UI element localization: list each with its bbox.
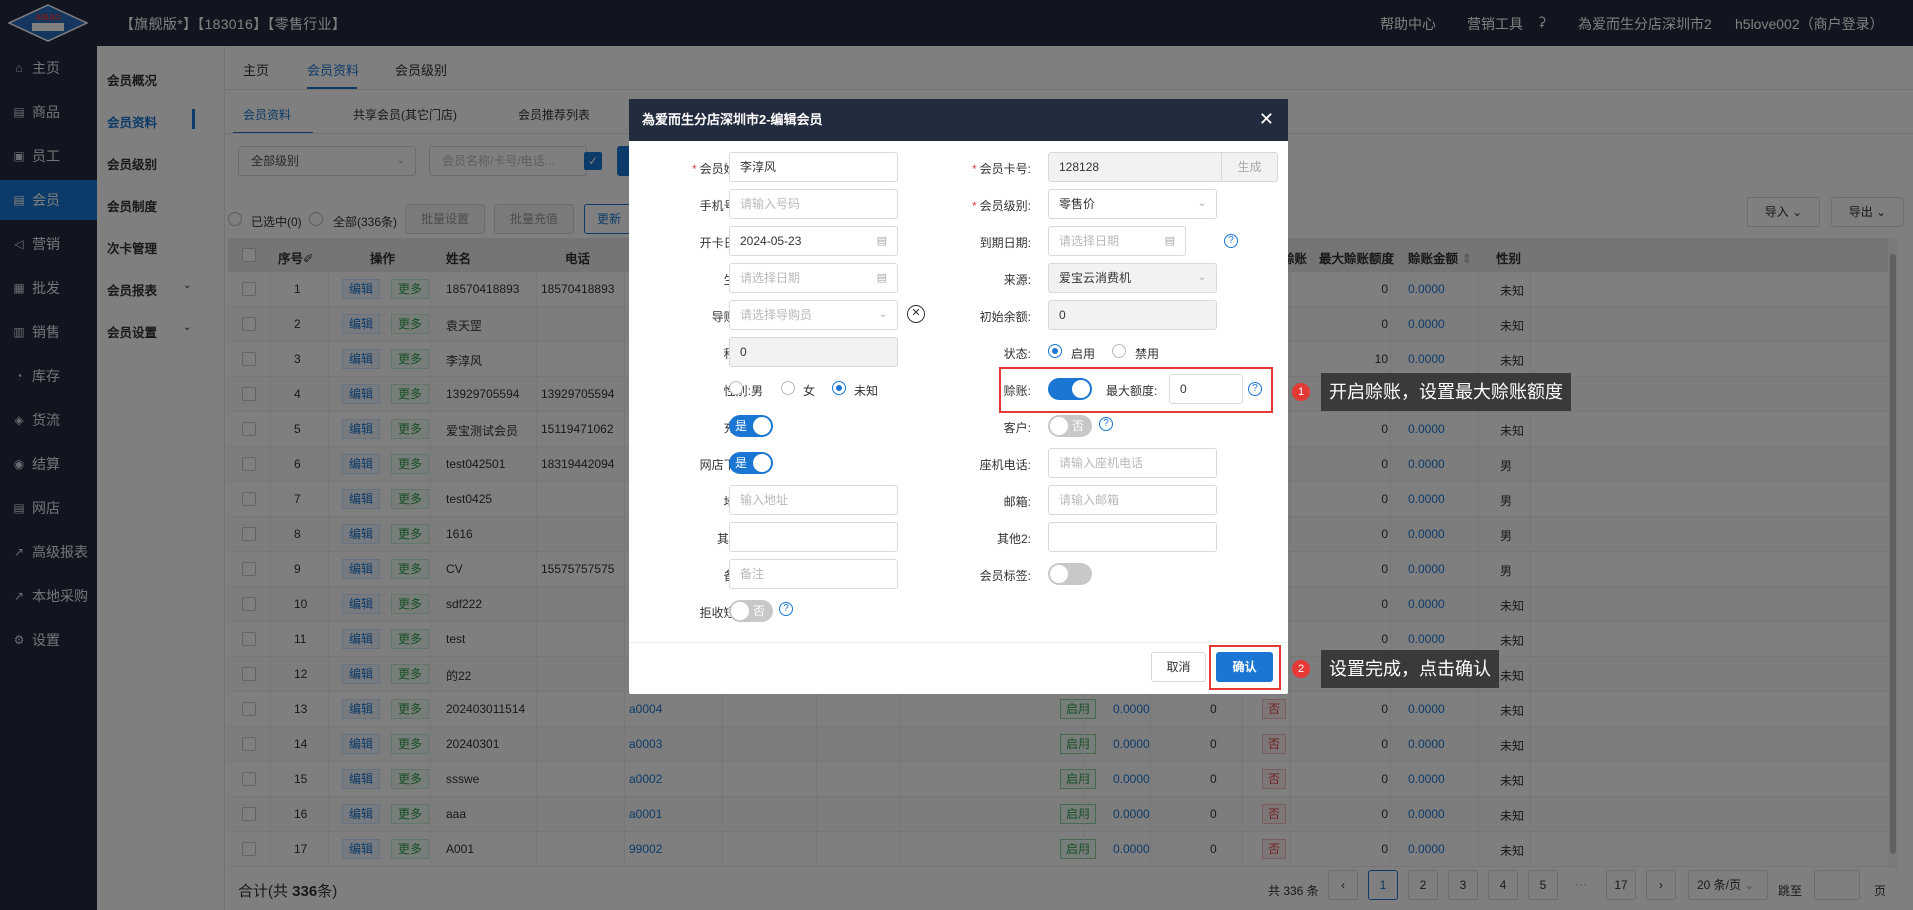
- birthday-picker[interactable]: 请选择日期 ▤: [729, 263, 898, 293]
- gender-unknown-text: 未知: [854, 384, 879, 398]
- email-label: 邮箱:: [1003, 495, 1031, 509]
- close-icon[interactable]: ✕: [1259, 109, 1274, 129]
- open-date-picker[interactable]: 2024-05-23 ▤: [729, 226, 898, 256]
- step-badge-2: 2: [1292, 660, 1310, 678]
- required-mark: *: [971, 162, 977, 176]
- status-disabled-text: 禁用: [1135, 347, 1160, 361]
- member-tag-toggle[interactable]: [1048, 563, 1092, 585]
- gender-male-radio[interactable]: [729, 381, 743, 395]
- landline-label: 座机电话:: [979, 458, 1031, 472]
- generate-button[interactable]: 生成: [1221, 153, 1277, 181]
- other2-label: 其他2:: [996, 532, 1031, 546]
- member-tag-label: 会员标签:: [979, 569, 1031, 583]
- other1-input[interactable]: [729, 522, 898, 552]
- step-badge-1: 1: [1292, 383, 1310, 401]
- dialog-title: 為爱而生分店深圳市2-编辑会员: [642, 112, 823, 127]
- help-icon[interactable]: ?: [1224, 234, 1238, 248]
- gender-female-radio[interactable]: [781, 381, 795, 395]
- required-mark: *: [971, 199, 977, 213]
- chevron-down-icon: ⌄: [1197, 272, 1206, 283]
- source-select[interactable]: 爱宝云消费机 ⌄: [1048, 263, 1217, 293]
- initial-balance-input[interactable]: 0: [1048, 300, 1217, 330]
- expire-date-picker[interactable]: 请选择日期 ▤: [1048, 226, 1186, 256]
- expire-date-label: 到期日期:: [979, 236, 1031, 250]
- recharge-toggle[interactable]: 是: [729, 415, 773, 437]
- chevron-down-icon: ⌄: [1197, 198, 1206, 209]
- help-icon[interactable]: ?: [1099, 417, 1113, 431]
- tip-confirm: 设置完成，点击确认: [1321, 650, 1499, 688]
- other2-input[interactable]: [1048, 522, 1217, 552]
- member-level-select[interactable]: 零售价 ⌄: [1048, 189, 1217, 219]
- phone-input[interactable]: 请输入号码: [729, 189, 898, 219]
- clear-circle-icon[interactable]: ✕: [907, 305, 925, 323]
- dialog-header: 為爱而生分店深圳市2-编辑会员 ✕: [629, 99, 1288, 141]
- required-mark: *: [691, 162, 697, 176]
- webshop-order-toggle[interactable]: 是: [729, 452, 773, 474]
- calendar-icon: ▤: [876, 272, 887, 284]
- address-input[interactable]: 输入地址: [729, 485, 898, 515]
- member-name-input[interactable]: 李淳风: [729, 152, 898, 182]
- gender-unknown-radio[interactable]: [832, 381, 846, 395]
- customer-toggle[interactable]: 否: [1048, 415, 1092, 437]
- status-label: 状态:: [1003, 347, 1031, 361]
- gender-female-text: 女: [803, 384, 816, 398]
- status-enabled-text: 启用: [1071, 347, 1096, 361]
- reject-sms-toggle[interactable]: 否: [729, 600, 773, 622]
- tip-credit: 开启赊账，设置最大赊账额度: [1321, 373, 1571, 411]
- initial-balance-label: 初始余额:: [979, 310, 1031, 324]
- calendar-icon: ▤: [876, 235, 887, 247]
- source-label: 来源:: [1003, 273, 1031, 287]
- callout-box-credit: [999, 367, 1273, 413]
- email-input[interactable]: 请输入邮箱: [1048, 485, 1217, 515]
- calendar-icon: ▤: [1164, 235, 1175, 247]
- chevron-down-icon: ⌄: [878, 309, 887, 320]
- cancel-button[interactable]: 取消: [1151, 652, 1206, 682]
- status-disabled-radio[interactable]: [1112, 344, 1126, 358]
- landline-input[interactable]: 请输入座机电话: [1048, 448, 1217, 478]
- points-input[interactable]: 0: [729, 337, 898, 367]
- card-number-label: * 会员卡号:: [971, 162, 1031, 176]
- help-icon[interactable]: ?: [779, 602, 793, 616]
- note-input[interactable]: 备注: [729, 559, 898, 589]
- callout-box-confirm: [1209, 645, 1281, 690]
- status-enabled-radio[interactable]: [1048, 344, 1062, 358]
- gender-male-text: 男: [751, 384, 764, 398]
- dialog-footer-divider: [629, 642, 1288, 643]
- guide-select[interactable]: 请选择导购员 ⌄: [729, 300, 898, 330]
- customer-label: 客户:: [1003, 421, 1031, 435]
- level-label: * 会员级别:: [971, 199, 1031, 213]
